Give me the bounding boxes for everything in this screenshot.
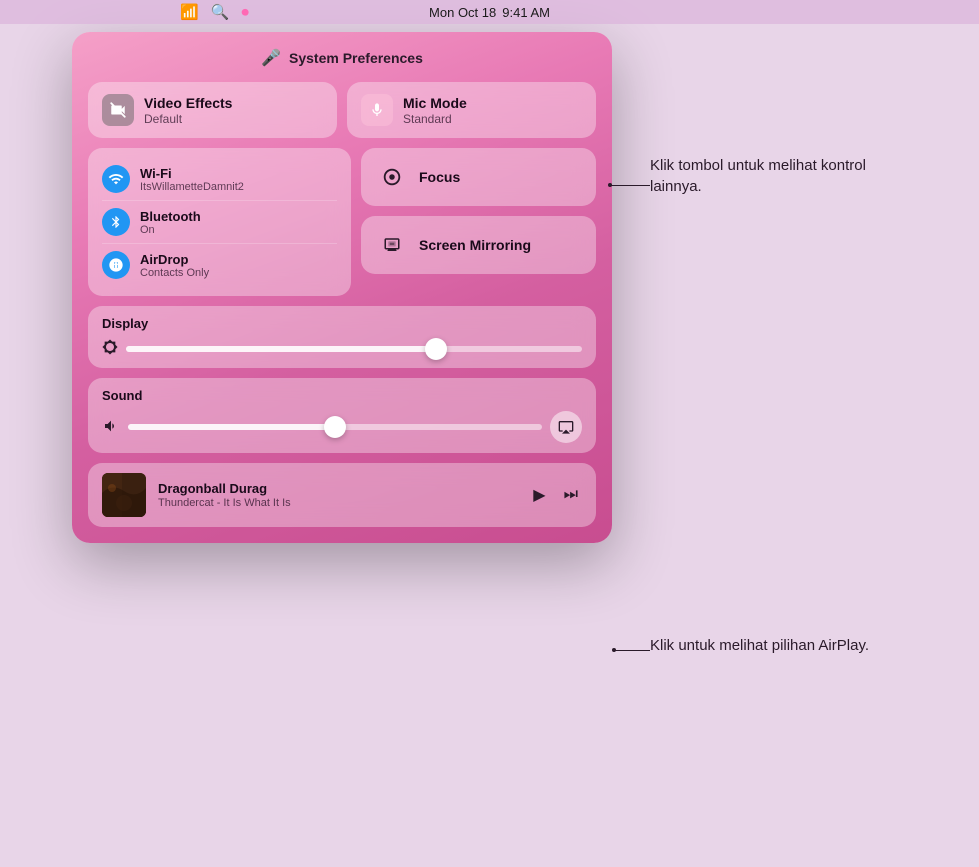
bluetooth-icon xyxy=(102,208,130,236)
network-tile: Wi-Fi ItsWillametteDamnit2 Bluetooth On xyxy=(88,148,351,296)
focus-tile[interactable]: Focus xyxy=(361,148,596,206)
panel-header: 🎤 System Preferences xyxy=(88,48,596,68)
bluetooth-item[interactable]: Bluetooth On xyxy=(102,201,337,244)
panel-title-text: System Preferences xyxy=(289,50,423,66)
annotation-top: Klik tombol untuk melihat kontrol lainny… xyxy=(650,155,870,197)
right-tiles: Focus Screen Mirroring xyxy=(361,148,596,296)
sound-slider-row xyxy=(102,411,582,443)
control-center-menubar-icon[interactable]: ⏺ xyxy=(241,4,249,21)
control-center-panel: 🎤 System Preferences Video Effects Defau… xyxy=(72,32,612,543)
now-playing-section: Dragonball Durag Thundercat - It Is What… xyxy=(88,463,596,527)
video-effects-icon xyxy=(102,94,134,126)
airdrop-text: AirDrop Contacts Only xyxy=(140,252,209,279)
annotation-line-2 xyxy=(614,650,650,651)
middle-tiles-row: Wi-Fi ItsWillametteDamnit2 Bluetooth On xyxy=(88,148,596,296)
menubar: 📶 🔍 ⏺ Mon Oct 18 9:41 AM xyxy=(0,0,979,24)
display-section: Display xyxy=(88,306,596,368)
album-art-image xyxy=(102,473,146,517)
brightness-icon xyxy=(102,339,118,358)
volume-icon xyxy=(102,418,120,437)
airdrop-icon xyxy=(102,251,130,279)
menubar-date: Mon Oct 18 xyxy=(429,5,496,20)
annotation-line-1 xyxy=(610,185,650,186)
now-playing-controls: ▶ ⏭ xyxy=(529,481,582,509)
now-playing-artist: Thundercat - It Is What It Is xyxy=(158,497,517,509)
airplay-button[interactable] xyxy=(550,411,582,443)
display-label: Display xyxy=(102,316,582,331)
menubar-time: 9:41 AM xyxy=(502,5,550,20)
annotation-dot-2 xyxy=(612,648,616,652)
mic-mode-icon xyxy=(361,94,393,126)
video-effects-header: Video Effects Default xyxy=(102,94,323,126)
album-art xyxy=(102,473,146,517)
screen-mirroring-tile[interactable]: Screen Mirroring xyxy=(361,216,596,274)
screen-mirroring-label: Screen Mirroring xyxy=(419,237,531,253)
bluetooth-text: Bluetooth On xyxy=(140,209,201,236)
now-playing-title: Dragonball Durag xyxy=(158,481,517,496)
now-playing-info: Dragonball Durag Thundercat - It Is What… xyxy=(158,481,517,509)
display-slider-row xyxy=(102,339,582,358)
sound-section: Sound xyxy=(88,378,596,453)
wifi-text: Wi-Fi ItsWillametteDamnit2 xyxy=(140,166,244,193)
focus-label: Focus xyxy=(419,169,460,185)
annotation-bottom: Klik untuk melihat pilihan AirPlay. xyxy=(650,635,869,656)
mic-mode-tile[interactable]: Mic Mode Standard xyxy=(347,82,596,138)
annotation-bottom-text: Klik untuk melihat pilihan AirPlay. xyxy=(650,637,869,654)
wifi-menubar-icon[interactable]: 📶 xyxy=(180,3,199,21)
mic-mode-header: Mic Mode Standard xyxy=(361,94,582,126)
system-prefs-icon: 🎤 xyxy=(261,48,281,68)
video-effects-tile[interactable]: Video Effects Default xyxy=(88,82,337,138)
annotation-top-text: Klik tombol untuk melihat kontrol lainny… xyxy=(650,157,866,195)
wifi-icon xyxy=(102,165,130,193)
menubar-datetime: Mon Oct 18 9:41 AM xyxy=(429,5,550,20)
video-effects-text: Video Effects Default xyxy=(144,95,232,126)
mic-mode-text: Mic Mode Standard xyxy=(403,95,467,126)
play-button[interactable]: ▶ xyxy=(529,481,549,509)
airdrop-item[interactable]: AirDrop Contacts Only xyxy=(102,244,337,286)
sound-slider[interactable] xyxy=(128,424,542,430)
wifi-item[interactable]: Wi-Fi ItsWillametteDamnit2 xyxy=(102,158,337,201)
fast-forward-button[interactable]: ⏭ xyxy=(560,482,582,508)
focus-icon xyxy=(377,162,407,192)
sound-label: Sound xyxy=(102,388,582,403)
top-tiles-row: Video Effects Default Mic Mode Standard xyxy=(88,82,596,138)
screen-mirroring-icon xyxy=(377,230,407,260)
search-menubar-icon[interactable]: 🔍 xyxy=(211,3,230,21)
annotation-dot-1 xyxy=(608,183,612,187)
display-slider[interactable] xyxy=(126,346,582,352)
